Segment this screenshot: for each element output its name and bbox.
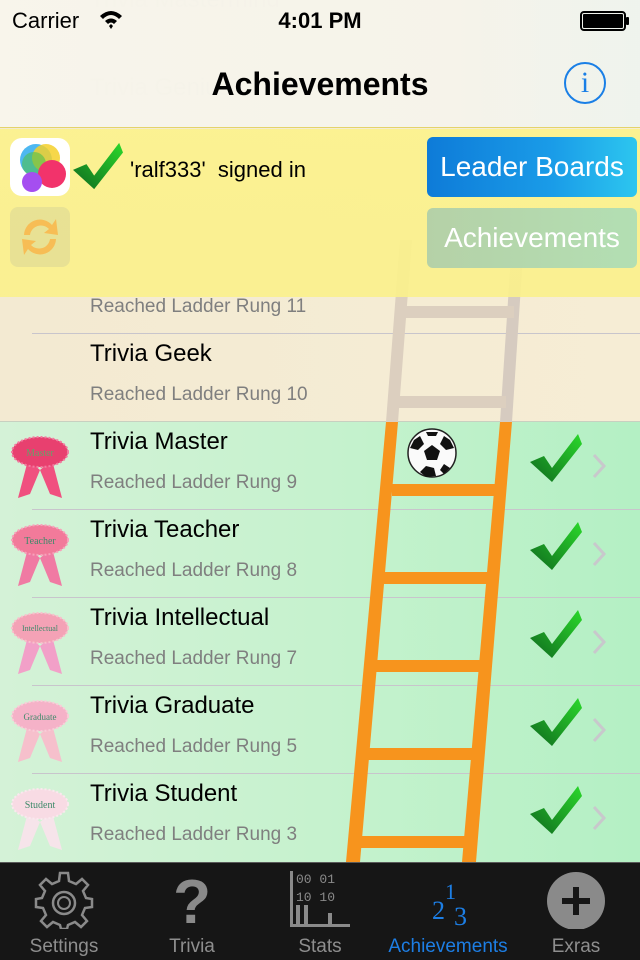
page-title: Achievements [211,66,429,102]
achievement-subtitle: Reached Ladder Rung 7 [90,648,298,669]
badge-label: Intellectual [22,624,59,633]
tab-label: Stats [298,936,342,957]
achievement-title: Trivia Teacher [90,516,240,543]
chevron-right-icon[interactable] [590,628,608,656]
stats-icon: 00 01 10 10 [290,871,350,927]
battery-icon [580,11,629,31]
podium-second: 2 [432,896,445,925]
achievement-title: Trivia Graduate [90,692,255,719]
achievements-button[interactable]: Achievements [427,208,637,268]
tab-label: Trivia [169,936,215,957]
badge-label: Master [26,448,54,459]
tab-achievements[interactable]: 2 1 3 Achievements [384,863,512,960]
navigation-bar: Carrier 4:01 PM Achievements i [0,0,640,128]
ribbon-badge-icon: Master [11,436,69,498]
svg-text:?: ? [173,869,211,929]
game-center-icon [10,138,70,196]
list-item[interactable]: Student Trivia Student Reached Ladder Ru… [0,774,640,862]
leader-boards-button[interactable]: Leader Boards [427,137,637,197]
chevron-right-icon[interactable] [590,452,608,480]
tab-stats[interactable]: 00 01 10 10 Stats [256,863,384,960]
refresh-button[interactable] [10,207,70,267]
status-time: 4:01 PM [278,8,362,33]
tab-label: Exras [551,936,601,957]
tab-label: Achievements [388,936,508,957]
podium-third: 3 [454,902,467,929]
list-item[interactable]: Intellectual Trivia Intellectual Reached… [0,598,640,686]
refresh-icon [22,219,58,255]
chevron-right-icon[interactable] [590,716,608,744]
achievement-subtitle: Reached Ladder Rung 3 [90,824,298,845]
achievement-title: Trivia Geek [90,340,212,367]
tab-bar: Settings ? Trivia 00 01 10 10 Stats 2 1 … [0,862,640,960]
game-center-panel: 'ralf333' signed in Leader Boards Achiev… [0,129,640,297]
checkmark-icon [530,434,582,482]
achievements-podium-icon: 2 1 3 [432,879,467,929]
ribbon-badge-icon: Student [11,788,69,850]
tab-extras[interactable]: Exras [512,863,640,960]
list-item[interactable]: Graduate Trivia Graduate Reached Ladder … [0,686,640,774]
list-item[interactable]: Trivia Geek Reached Ladder Rung 10 [0,334,640,422]
checkmark-icon [530,698,582,746]
achievement-subtitle: Reached Ladder Rung 9 [90,472,298,493]
badge-label: Graduate [24,712,57,722]
badge-label: Student [25,800,56,811]
ribbon-badge-icon: Teacher [11,524,69,586]
list-item[interactable]: Master Trivia Master Reached Ladder Rung… [0,422,640,510]
signed-in-checkmark-icon [73,142,123,190]
plus-circle-icon [547,872,605,929]
achievement-subtitle: Reached Ladder Rung 8 [90,560,298,581]
badge-label: Teacher [24,536,56,547]
tab-label: Settings [29,936,99,957]
achievement-subtitle: Reached Ladder Rung 10 [90,384,308,405]
list-item[interactable]: Teacher Trivia Teacher Reached Ladder Ru… [0,510,640,598]
achievement-subtitle: Reached Ladder Rung 11 [90,296,307,317]
checkmark-icon [530,786,582,834]
achievement-title: Trivia Student [90,780,238,807]
stats-icon-text: 10 10 [296,890,335,905]
info-button[interactable]: i [564,62,606,104]
achievement-subtitle: Reached Ladder Rung 5 [90,736,298,757]
checkmark-icon [530,522,582,570]
tab-settings[interactable]: Settings [0,863,128,960]
signed-in-status: 'ralf333' signed in [130,157,306,182]
achievement-title: Trivia Intellectual [90,604,270,631]
achievement-title: Trivia Master [90,428,228,455]
status-bar: Carrier 4:01 PM [0,0,640,40]
ribbon-badge-icon: Intellectual [11,612,69,674]
chevron-right-icon[interactable] [590,804,608,832]
tab-trivia[interactable]: ? Trivia [128,863,256,960]
checkmark-icon [530,610,582,658]
info-icon: i [580,66,590,99]
ribbon-badge-icon: Graduate [11,700,69,762]
gear-icon [34,871,94,929]
question-icon: ? [173,869,211,929]
podium-first: 1 [445,879,456,904]
stats-icon-text: 00 01 [296,872,335,887]
chevron-right-icon[interactable] [590,540,608,568]
section-divider [0,421,640,422]
